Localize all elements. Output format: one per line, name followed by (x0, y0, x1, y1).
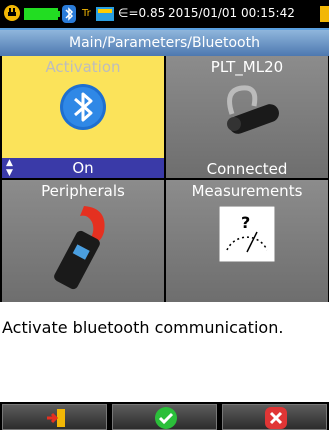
tile-measurements[interactable]: Measurements ? (166, 180, 328, 302)
bluetooth-icon (60, 84, 106, 130)
exit-button[interactable] (2, 404, 107, 430)
tile-title: PLT_ML20 (210, 58, 284, 76)
datetime: 2015/01/01 00:15:42 (168, 6, 295, 20)
battery-icon (24, 8, 60, 20)
svg-text:?: ? (241, 213, 250, 232)
exit-icon (47, 409, 65, 427)
tile-title: Peripherals (41, 182, 125, 200)
activation-value[interactable]: ▲ ▼ On (2, 158, 164, 178)
softkey-bar (0, 402, 329, 430)
description-text: Activate bluetooth communication. (2, 318, 284, 337)
signal-icon (320, 6, 329, 22)
headset-icon (227, 85, 279, 134)
tile-title: Measurements (191, 182, 303, 200)
memory-card-icon (96, 7, 114, 21)
tile-device[interactable]: PLT_ML20 Connected (166, 56, 328, 178)
confirm-button[interactable] (112, 404, 217, 430)
tile-title: Activation (45, 58, 121, 76)
tile-activation[interactable]: Activation ▲ ▼ On (2, 56, 164, 178)
confirm-check-icon (155, 407, 177, 429)
ratio-label: ∈=0.85 (118, 6, 166, 20)
up-down-arrows-icon: ▲ ▼ (6, 158, 13, 178)
cancel-x-icon (265, 407, 287, 429)
breadcrumb: Main/Parameters/Bluetooth (0, 28, 329, 56)
cancel-button[interactable] (222, 404, 327, 430)
tile-grid: Activation ▲ ▼ On PLT_ML20 Connected Peri… (0, 56, 329, 302)
power-plug-icon (4, 5, 20, 21)
gauge-icon: ? (219, 206, 275, 262)
bluetooth-status-icon (62, 5, 76, 23)
status-bar: Tr ∈=0.85 2015/01/01 00:15:42 (0, 0, 329, 28)
clamp-meter-icon (54, 206, 105, 290)
device-status: Connected (206, 160, 288, 178)
activation-value-label: On (72, 159, 94, 177)
tile-peripherals[interactable]: Peripherals (2, 180, 164, 302)
trigger-icon: Tr (82, 8, 91, 19)
